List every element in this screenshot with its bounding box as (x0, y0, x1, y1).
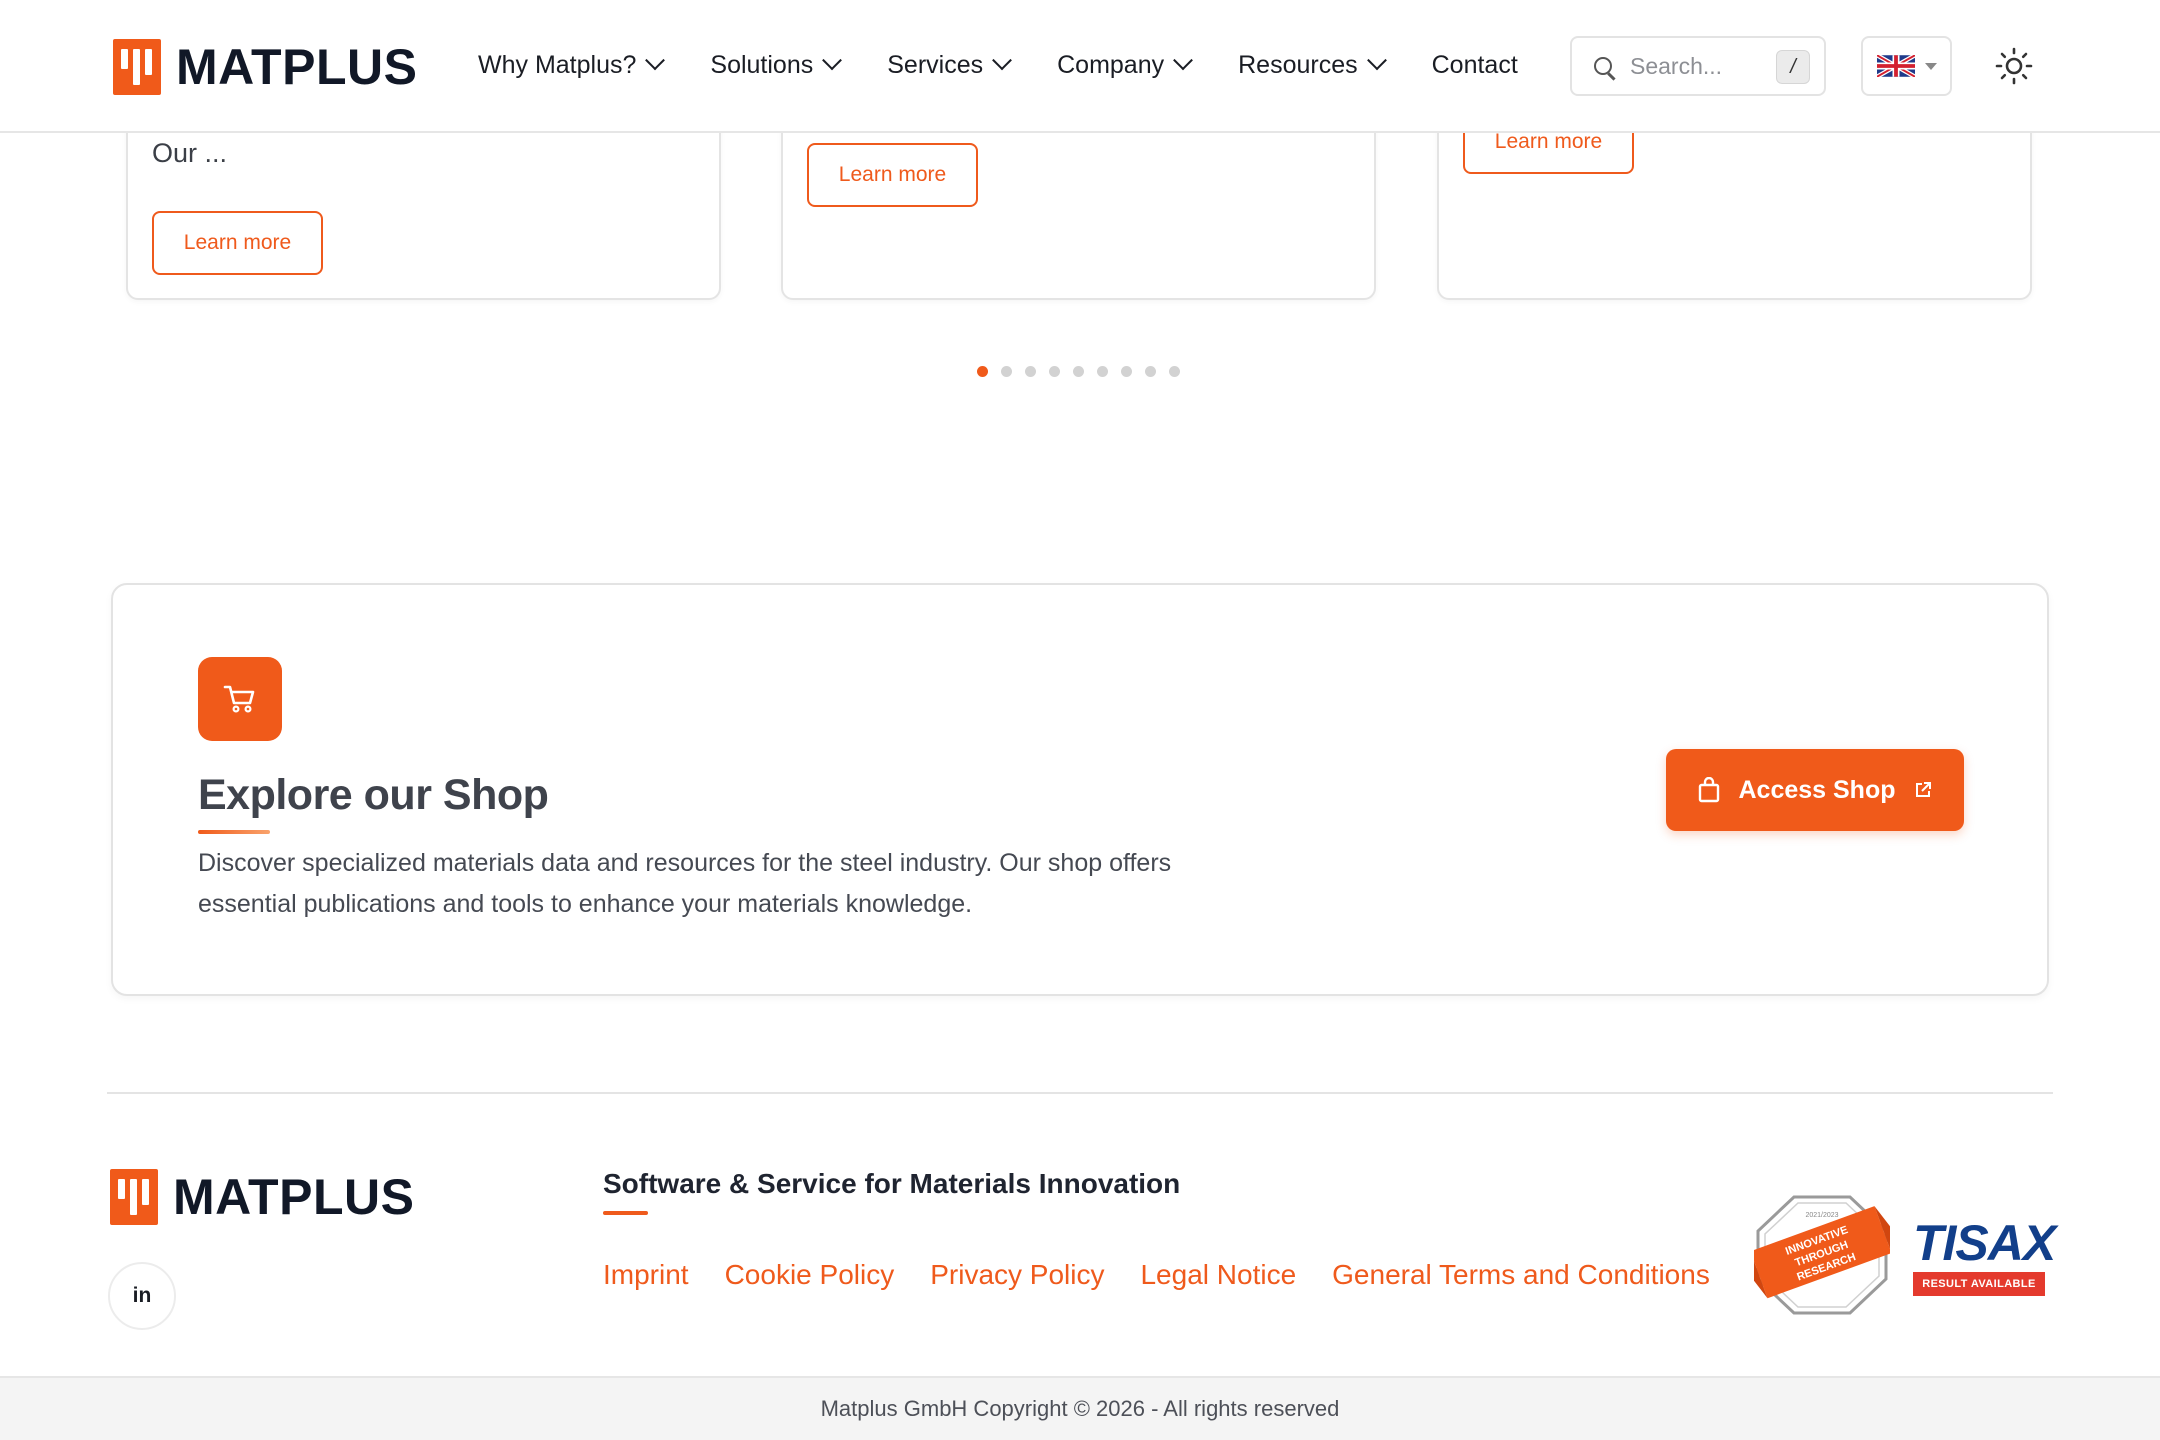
nav-label: Resources (1238, 51, 1358, 79)
innovative-through-research-badge: 2021/2023 INNOVATIVE THROUGH RESEARCH (1754, 1195, 1890, 1315)
title-underline (198, 830, 270, 834)
matplus-logo-icon (113, 39, 161, 95)
footer-links: Imprint Cookie Policy Privacy Policy Leg… (603, 1259, 1746, 1291)
badge-year: 2021/2023 (1805, 1212, 1838, 1219)
nav-label: Why Matplus? (478, 51, 637, 79)
nav-label: Solutions (710, 51, 814, 79)
learn-more-button[interactable]: Learn more (152, 211, 323, 275)
external-link-icon (1915, 782, 1931, 797)
carousel-dot[interactable] (1145, 366, 1156, 377)
chevron-down-icon (992, 49, 1013, 70)
linkedin-icon: in (132, 1284, 152, 1307)
shop-icon-tile (198, 657, 282, 741)
imprint-link[interactable]: Imprint (603, 1259, 689, 1291)
cart-icon (223, 685, 255, 713)
nav-resources[interactable]: Resources (1238, 49, 1387, 80)
nav-solutions[interactable]: Solutions (710, 49, 843, 80)
main-nav: Why Matplus? Solutions Services Company … (478, 0, 1566, 131)
carousel-dot[interactable] (1001, 366, 1012, 377)
access-shop-label: Access Shop (1738, 775, 1896, 804)
logo-wordmark: MATPLUS (173, 1169, 415, 1225)
terms-conditions-link[interactable]: General Terms and Conditions (1332, 1259, 1710, 1291)
tisax-wordmark: TISAX (1913, 1215, 2056, 1271)
cookie-policy-link[interactable]: Cookie Policy (725, 1259, 895, 1291)
chevron-down-icon (645, 49, 666, 70)
copyright-bar: Matplus GmbH Copyright © 2026 - All righ… (0, 1376, 2160, 1440)
carousel-dot[interactable] (1121, 366, 1132, 377)
shop-title: Explore our Shop (198, 771, 549, 819)
carousel-dot[interactable] (1073, 366, 1084, 377)
carousel-dot[interactable] (1169, 366, 1180, 377)
matplus-logo-icon (110, 1169, 158, 1225)
tagline-underline (603, 1211, 648, 1215)
header-logo[interactable]: MATPLUS (113, 38, 417, 96)
search-icon (1594, 57, 1612, 75)
carousel-pagination (977, 366, 1193, 377)
caret-down-icon (1924, 62, 1937, 70)
footer-logo[interactable]: MATPLUS (110, 1168, 414, 1226)
language-selector[interactable] (1861, 36, 1952, 96)
shop-description: Discover specialized materials data and … (198, 849, 1172, 918)
carousel-dot[interactable] (977, 366, 988, 377)
nav-label: Company (1057, 51, 1165, 79)
footer-tagline: Software & Service for Materials Innovat… (603, 1168, 1181, 1199)
nav-label: Services (887, 51, 984, 79)
card-text: Our ... (152, 138, 228, 168)
tisax-subtitle: RESULT AVAILABLE (1913, 1272, 2045, 1296)
sun-icon[interactable] (1994, 46, 2034, 86)
privacy-policy-link[interactable]: Privacy Policy (930, 1259, 1104, 1291)
carousel-dot[interactable] (1049, 366, 1060, 377)
nav-label: Contact (1431, 51, 1518, 79)
search-placeholder: Search... (1630, 52, 1723, 79)
chevron-down-icon (1173, 49, 1194, 70)
shopping-bag-icon (1699, 777, 1720, 803)
site-header: MATPLUS Why Matplus? Solutions Services … (0, 0, 2160, 133)
carousel-dot[interactable] (1097, 366, 1108, 377)
chevron-down-icon (1366, 49, 1387, 70)
linkedin-button[interactable]: in (108, 1262, 176, 1330)
tisax-badge: TISAX RESULT AVAILABLE (1913, 1218, 2058, 1300)
search-shortcut-key: / (1776, 50, 1810, 84)
footer-divider (107, 1092, 2053, 1094)
nav-contact[interactable]: Contact (1432, 51, 1518, 80)
nav-why-matplus[interactable]: Why Matplus? (478, 49, 666, 80)
shop-panel: Explore our Shop Discover specialized ma… (111, 583, 2049, 996)
search-input[interactable]: Search... / (1570, 36, 1826, 96)
chevron-down-icon (822, 49, 843, 70)
access-shop-button[interactable]: Access Shop (1666, 749, 1964, 831)
copyright-text: Matplus GmbH Copyright © 2026 - All righ… (820, 1396, 1340, 1421)
nav-services[interactable]: Services (887, 49, 1013, 80)
carousel-dot[interactable] (1025, 366, 1036, 377)
uk-flag-icon (1876, 55, 1915, 77)
learn-more-button[interactable]: Learn more (807, 143, 978, 207)
nav-company[interactable]: Company (1057, 49, 1194, 80)
logo-wordmark: MATPLUS (176, 39, 418, 95)
legal-notice-link[interactable]: Legal Notice (1140, 1259, 1296, 1291)
